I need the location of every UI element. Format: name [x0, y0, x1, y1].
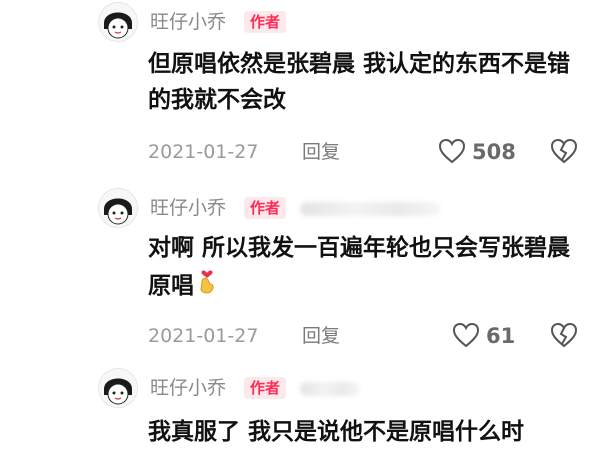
author-badge: 作者 — [244, 11, 287, 33]
blurred-reply-target — [300, 382, 360, 396]
broken-heart-icon[interactable] — [550, 138, 578, 168]
comment-date: 2021-01-27 — [148, 141, 259, 163]
like-count: 61 — [486, 324, 516, 348]
heart-outline-icon[interactable] — [452, 322, 480, 352]
avatar-face-icon — [99, 3, 137, 41]
avatar-face-icon — [99, 189, 137, 227]
author-name[interactable]: 旺仔小乔 — [150, 376, 226, 400]
blurred-reply-target — [300, 202, 440, 216]
reply-button[interactable]: 回复 — [302, 139, 340, 165]
author-name[interactable]: 旺仔小乔 — [150, 196, 226, 220]
author-badge: 作者 — [244, 377, 287, 399]
comment-text: 对啊 所以我发一百遍年轮也只会写张碧晨原唱 — [148, 230, 588, 307]
finger-heart-emoji — [196, 266, 218, 307]
author-badge: 作者 — [244, 197, 287, 219]
heart-outline-icon[interactable] — [438, 138, 466, 168]
like-count: 508 — [472, 140, 516, 164]
author-avatar[interactable] — [98, 188, 138, 228]
comment-text: 但原唱依然是张碧晨 我认定的东西不是错的我就不会改 — [148, 51, 571, 113]
comment-date: 2021-01-27 — [148, 325, 259, 347]
broken-heart-icon[interactable] — [550, 322, 578, 352]
comment-text: 我真服了 我只是说他不是原唱什么时 — [148, 419, 525, 445]
author-name[interactable]: 旺仔小乔 — [150, 10, 226, 34]
reply-button[interactable]: 回复 — [302, 323, 340, 349]
author-avatar[interactable] — [98, 368, 138, 408]
avatar-face-icon — [99, 369, 137, 407]
author-avatar[interactable] — [98, 2, 138, 42]
